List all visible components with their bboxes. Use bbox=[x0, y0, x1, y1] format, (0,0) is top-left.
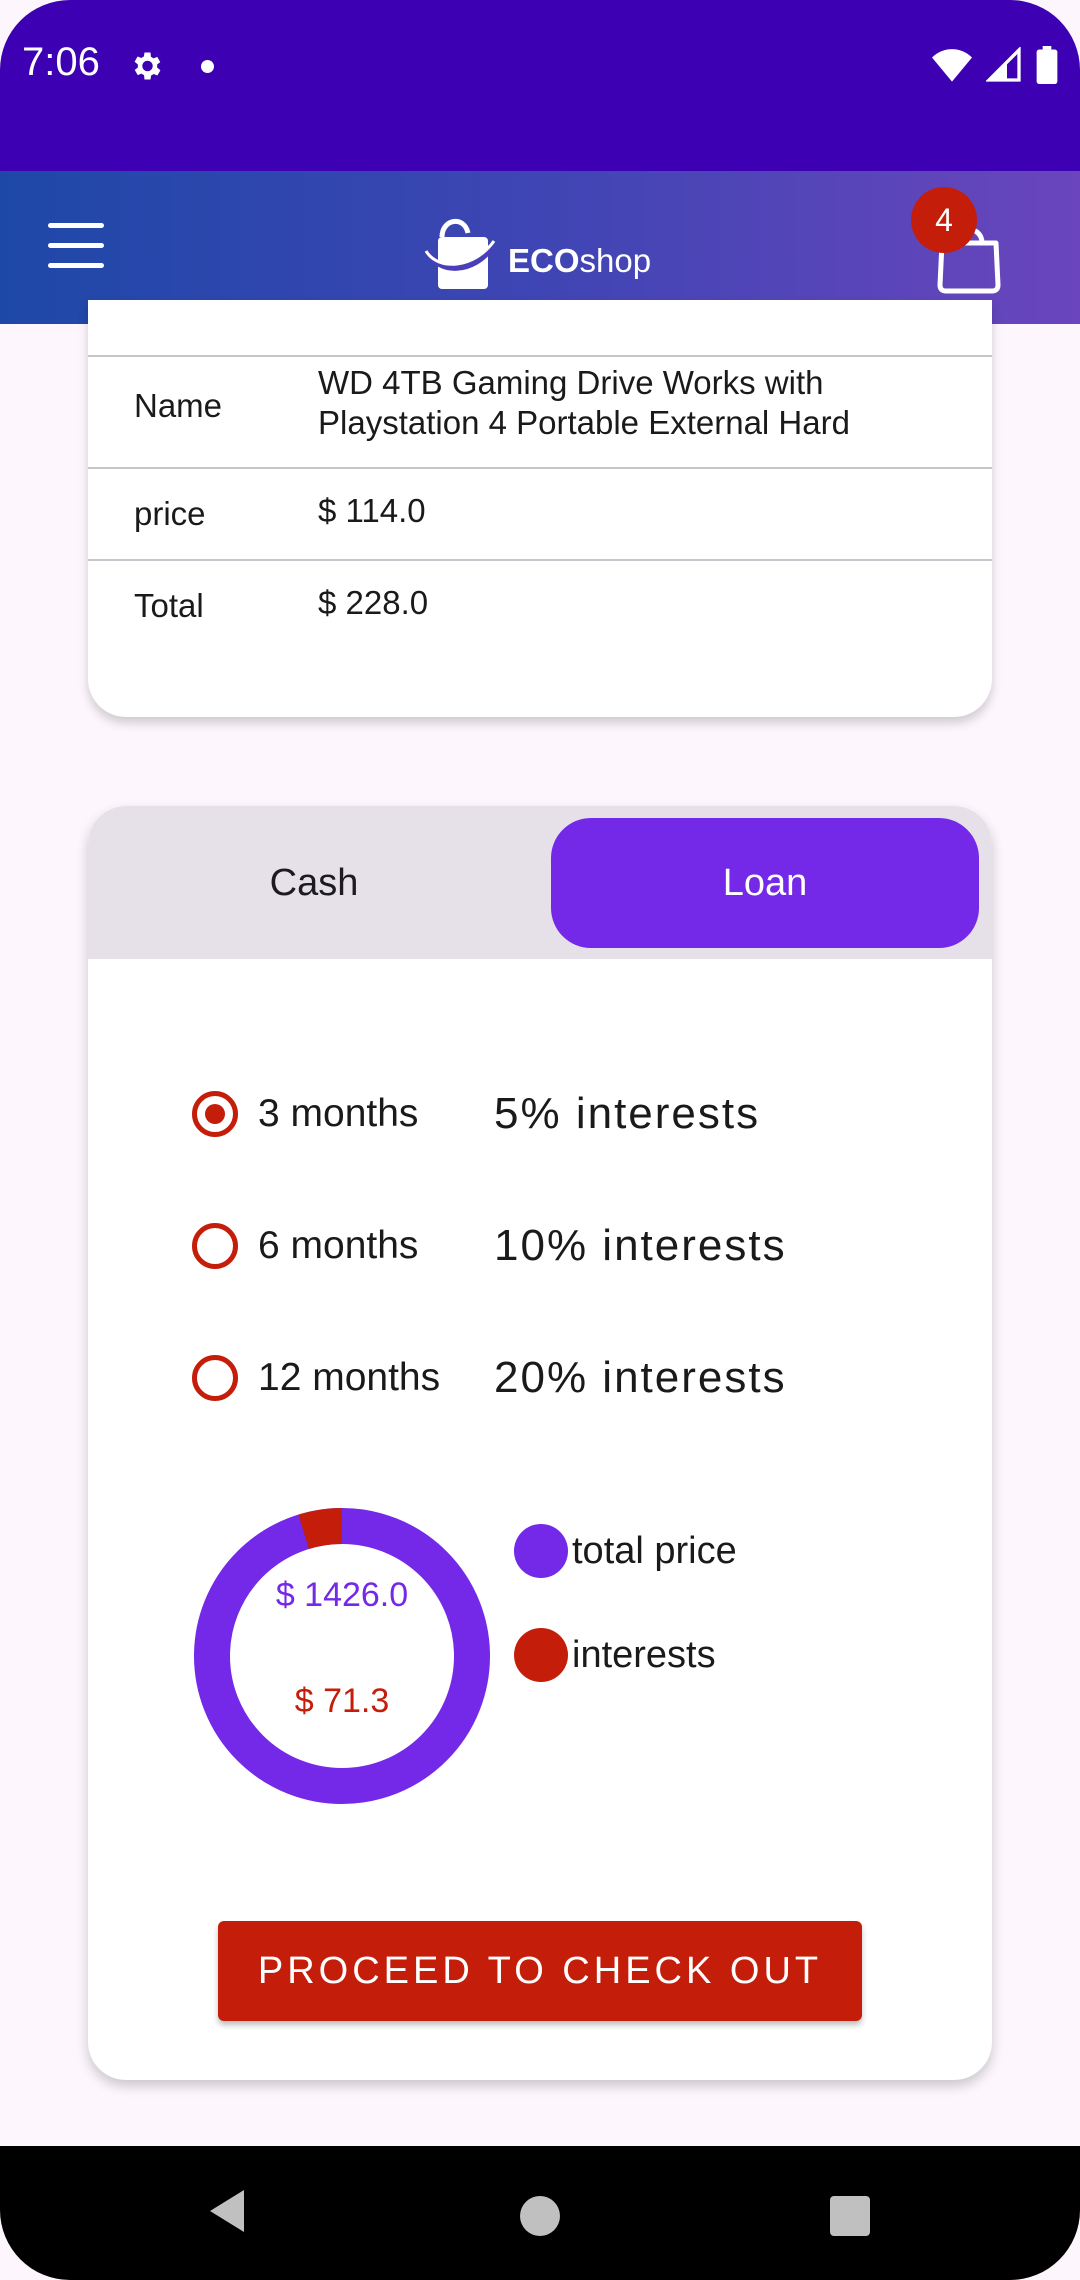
menu-icon-line bbox=[48, 263, 104, 268]
row-value: $ 114.0 bbox=[318, 492, 426, 529]
payment-card: Cash Loan 3 months 5% interests 6 months… bbox=[88, 806, 992, 2080]
product-row-price: price $ 114.0 bbox=[88, 467, 992, 559]
legend-label: interests bbox=[572, 1633, 716, 1676]
row-label: Name bbox=[134, 387, 223, 424]
cash-tab[interactable]: Cash bbox=[88, 818, 540, 948]
loan-option-6-months[interactable]: 6 months 10% interests bbox=[192, 1211, 787, 1281]
wifi-icon bbox=[932, 49, 972, 82]
donut-slice-interests bbox=[298, 1508, 343, 1550]
recents-icon[interactable] bbox=[830, 2196, 870, 2236]
loan-donut-chart bbox=[194, 1508, 490, 1804]
legend-label: total price bbox=[572, 1529, 737, 1572]
radio-button[interactable] bbox=[192, 1355, 238, 1401]
payment-type-toggle: Cash Loan bbox=[88, 806, 992, 959]
status-bar: 7:06 bbox=[0, 0, 1080, 171]
notification-dot-icon bbox=[201, 60, 214, 73]
cellular-signal-icon bbox=[986, 47, 1021, 82]
row-value: WD 4TB Gaming Drive Works with Playstati… bbox=[318, 364, 850, 441]
option-interest: 10% interests bbox=[494, 1221, 787, 1270]
screen: 7:06 ECOshop 4 Name WD 4TB Gaming Drive … bbox=[0, 0, 1080, 2280]
status-time: 7:06 bbox=[22, 40, 100, 84]
cart-count-badge: 4 bbox=[911, 187, 977, 253]
product-details-card: Name WD 4TB Gaming Drive Works with Play… bbox=[88, 300, 992, 717]
product-row-name: Name WD 4TB Gaming Drive Works with Play… bbox=[88, 355, 992, 467]
option-months: 12 months bbox=[258, 1356, 441, 1399]
option-months: 6 months bbox=[258, 1224, 419, 1267]
back-icon[interactable] bbox=[206, 2188, 246, 2234]
logo-text: ECOshop bbox=[508, 242, 652, 279]
donut-total-label: $ 1426.0 bbox=[275, 1576, 409, 1614]
legend-dot bbox=[514, 1628, 568, 1682]
system-nav-bar bbox=[0, 2146, 1080, 2280]
product-row-total: Total $ 228.0 bbox=[88, 559, 992, 651]
radio-button[interactable] bbox=[192, 1091, 238, 1137]
settings-gear-icon bbox=[134, 52, 161, 80]
row-label: Total bbox=[134, 587, 204, 624]
proceed-to-checkout-button[interactable]: PROCEED TO CHECK OUT bbox=[218, 1921, 862, 2021]
row-value: $ 228.0 bbox=[318, 584, 429, 621]
option-interest: 20% interests bbox=[494, 1353, 787, 1402]
legend-item-total: total price bbox=[514, 1524, 737, 1578]
menu-icon-line bbox=[48, 223, 104, 228]
loan-option-3-months[interactable]: 3 months 5% interests bbox=[192, 1079, 760, 1149]
donut-slice-total-price bbox=[194, 1508, 490, 1804]
status-icons bbox=[932, 46, 1058, 84]
battery-icon bbox=[1036, 46, 1058, 84]
loan-option-12-months[interactable]: 12 months 20% interests bbox=[192, 1343, 787, 1413]
legend-dot bbox=[514, 1524, 568, 1578]
donut-interest-label: $ 71.3 bbox=[294, 1682, 390, 1720]
menu-button[interactable] bbox=[48, 223, 106, 269]
shopping-bag-logo-icon bbox=[424, 219, 496, 289]
loan-tab[interactable]: Loan bbox=[551, 818, 979, 948]
ecoshop-logo: ECOshop bbox=[424, 211, 651, 291]
legend-item-interests: interests bbox=[514, 1628, 716, 1682]
home-icon[interactable] bbox=[520, 2196, 560, 2236]
menu-icon-line bbox=[48, 243, 104, 248]
option-interest: 5% interests bbox=[494, 1089, 761, 1138]
radio-button[interactable] bbox=[192, 1223, 238, 1269]
row-label: price bbox=[134, 495, 206, 532]
option-months: 3 months bbox=[258, 1092, 419, 1135]
